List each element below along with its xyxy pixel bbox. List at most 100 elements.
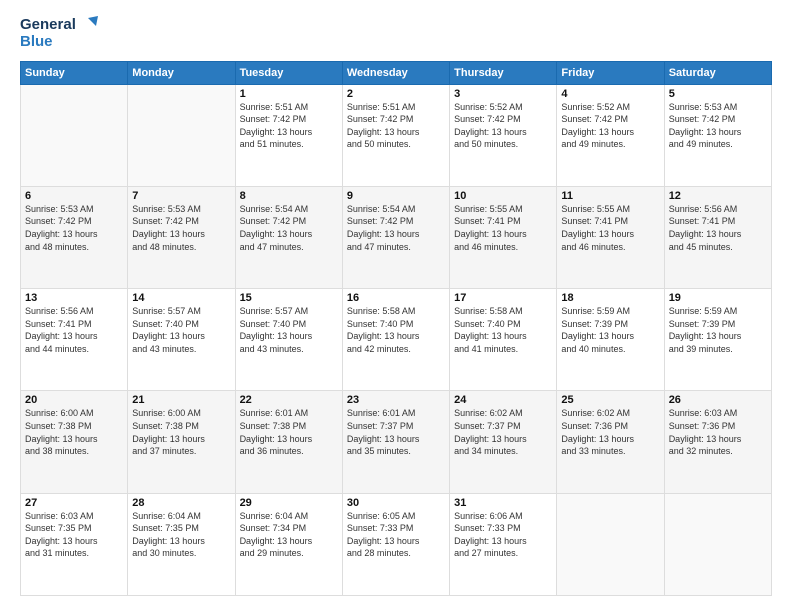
day-info: Sunrise: 5:57 AM Sunset: 7:40 PM Dayligh…: [132, 305, 230, 355]
day-number: 18: [561, 292, 659, 304]
weekday-header: Tuesday: [235, 61, 342, 84]
day-number: 25: [561, 394, 659, 406]
day-number: 26: [669, 394, 767, 406]
calendar-day-cell: 5Sunrise: 5:53 AM Sunset: 7:42 PM Daylig…: [664, 84, 771, 186]
day-info: Sunrise: 5:56 AM Sunset: 7:41 PM Dayligh…: [669, 203, 767, 253]
calendar-day-cell: 27Sunrise: 6:03 AM Sunset: 7:35 PM Dayli…: [21, 493, 128, 595]
calendar-day-cell: 20Sunrise: 6:00 AM Sunset: 7:38 PM Dayli…: [21, 391, 128, 493]
calendar-day-cell: 13Sunrise: 5:56 AM Sunset: 7:41 PM Dayli…: [21, 289, 128, 391]
day-info: Sunrise: 6:01 AM Sunset: 7:38 PM Dayligh…: [240, 407, 338, 457]
calendar-empty-cell: [557, 493, 664, 595]
day-info: Sunrise: 6:05 AM Sunset: 7:33 PM Dayligh…: [347, 510, 445, 560]
day-info: Sunrise: 6:00 AM Sunset: 7:38 PM Dayligh…: [132, 407, 230, 457]
calendar-day-cell: 2Sunrise: 5:51 AM Sunset: 7:42 PM Daylig…: [342, 84, 449, 186]
calendar-day-cell: 30Sunrise: 6:05 AM Sunset: 7:33 PM Dayli…: [342, 493, 449, 595]
day-info: Sunrise: 6:03 AM Sunset: 7:35 PM Dayligh…: [25, 510, 123, 560]
weekday-header: Saturday: [664, 61, 771, 84]
day-info: Sunrise: 5:51 AM Sunset: 7:42 PM Dayligh…: [240, 101, 338, 151]
day-number: 11: [561, 190, 659, 202]
calendar-day-cell: 12Sunrise: 5:56 AM Sunset: 7:41 PM Dayli…: [664, 186, 771, 288]
day-info: Sunrise: 5:55 AM Sunset: 7:41 PM Dayligh…: [454, 203, 552, 253]
calendar-day-cell: 26Sunrise: 6:03 AM Sunset: 7:36 PM Dayli…: [664, 391, 771, 493]
calendar-day-cell: 25Sunrise: 6:02 AM Sunset: 7:36 PM Dayli…: [557, 391, 664, 493]
calendar-day-cell: 8Sunrise: 5:54 AM Sunset: 7:42 PM Daylig…: [235, 186, 342, 288]
logo: General Blue: [20, 16, 98, 51]
calendar-week-row: 20Sunrise: 6:00 AM Sunset: 7:38 PM Dayli…: [21, 391, 772, 493]
day-number: 12: [669, 190, 767, 202]
day-number: 4: [561, 88, 659, 100]
day-number: 2: [347, 88, 445, 100]
calendar-day-cell: 28Sunrise: 6:04 AM Sunset: 7:35 PM Dayli…: [128, 493, 235, 595]
day-info: Sunrise: 5:53 AM Sunset: 7:42 PM Dayligh…: [25, 203, 123, 253]
calendar-day-cell: 6Sunrise: 5:53 AM Sunset: 7:42 PM Daylig…: [21, 186, 128, 288]
day-number: 9: [347, 190, 445, 202]
day-number: 13: [25, 292, 123, 304]
calendar-day-cell: 18Sunrise: 5:59 AM Sunset: 7:39 PM Dayli…: [557, 289, 664, 391]
day-number: 20: [25, 394, 123, 406]
day-number: 17: [454, 292, 552, 304]
weekday-header: Wednesday: [342, 61, 449, 84]
calendar-day-cell: 23Sunrise: 6:01 AM Sunset: 7:37 PM Dayli…: [342, 391, 449, 493]
day-number: 3: [454, 88, 552, 100]
calendar-week-row: 1Sunrise: 5:51 AM Sunset: 7:42 PM Daylig…: [21, 84, 772, 186]
logo-general: General: [20, 17, 76, 34]
day-info: Sunrise: 5:51 AM Sunset: 7:42 PM Dayligh…: [347, 101, 445, 151]
calendar-day-cell: 7Sunrise: 5:53 AM Sunset: 7:42 PM Daylig…: [128, 186, 235, 288]
day-info: Sunrise: 5:54 AM Sunset: 7:42 PM Dayligh…: [347, 203, 445, 253]
day-info: Sunrise: 5:55 AM Sunset: 7:41 PM Dayligh…: [561, 203, 659, 253]
day-info: Sunrise: 6:04 AM Sunset: 7:35 PM Dayligh…: [132, 510, 230, 560]
day-info: Sunrise: 6:02 AM Sunset: 7:36 PM Dayligh…: [561, 407, 659, 457]
header: General Blue: [20, 16, 772, 51]
calendar-empty-cell: [128, 84, 235, 186]
logo-container: General Blue: [20, 16, 98, 51]
day-number: 14: [132, 292, 230, 304]
day-number: 22: [240, 394, 338, 406]
day-info: Sunrise: 6:06 AM Sunset: 7:33 PM Dayligh…: [454, 510, 552, 560]
day-number: 31: [454, 497, 552, 509]
calendar-day-cell: 9Sunrise: 5:54 AM Sunset: 7:42 PM Daylig…: [342, 186, 449, 288]
day-number: 30: [347, 497, 445, 509]
day-number: 19: [669, 292, 767, 304]
calendar-table: SundayMondayTuesdayWednesdayThursdayFrid…: [20, 61, 772, 597]
calendar-day-cell: 3Sunrise: 5:52 AM Sunset: 7:42 PM Daylig…: [450, 84, 557, 186]
day-number: 28: [132, 497, 230, 509]
day-number: 1: [240, 88, 338, 100]
calendar-day-cell: 17Sunrise: 5:58 AM Sunset: 7:40 PM Dayli…: [450, 289, 557, 391]
calendar-header-row: SundayMondayTuesdayWednesdayThursdayFrid…: [21, 61, 772, 84]
day-number: 21: [132, 394, 230, 406]
day-info: Sunrise: 6:03 AM Sunset: 7:36 PM Dayligh…: [669, 407, 767, 457]
page: General Blue SundayMondayTuesdayWednesda…: [0, 0, 792, 612]
day-info: Sunrise: 5:58 AM Sunset: 7:40 PM Dayligh…: [347, 305, 445, 355]
calendar-day-cell: 31Sunrise: 6:06 AM Sunset: 7:33 PM Dayli…: [450, 493, 557, 595]
day-number: 7: [132, 190, 230, 202]
calendar-day-cell: 14Sunrise: 5:57 AM Sunset: 7:40 PM Dayli…: [128, 289, 235, 391]
calendar-day-cell: 16Sunrise: 5:58 AM Sunset: 7:40 PM Dayli…: [342, 289, 449, 391]
day-info: Sunrise: 6:04 AM Sunset: 7:34 PM Dayligh…: [240, 510, 338, 560]
calendar-day-cell: 21Sunrise: 6:00 AM Sunset: 7:38 PM Dayli…: [128, 391, 235, 493]
logo-bird-icon: [78, 16, 98, 34]
weekday-header: Thursday: [450, 61, 557, 84]
calendar-week-row: 13Sunrise: 5:56 AM Sunset: 7:41 PM Dayli…: [21, 289, 772, 391]
calendar-day-cell: 4Sunrise: 5:52 AM Sunset: 7:42 PM Daylig…: [557, 84, 664, 186]
calendar-week-row: 6Sunrise: 5:53 AM Sunset: 7:42 PM Daylig…: [21, 186, 772, 288]
calendar-day-cell: 19Sunrise: 5:59 AM Sunset: 7:39 PM Dayli…: [664, 289, 771, 391]
day-number: 24: [454, 394, 552, 406]
day-info: Sunrise: 5:56 AM Sunset: 7:41 PM Dayligh…: [25, 305, 123, 355]
calendar-day-cell: 24Sunrise: 6:02 AM Sunset: 7:37 PM Dayli…: [450, 391, 557, 493]
day-number: 6: [25, 190, 123, 202]
calendar-day-cell: 22Sunrise: 6:01 AM Sunset: 7:38 PM Dayli…: [235, 391, 342, 493]
calendar-week-row: 27Sunrise: 6:03 AM Sunset: 7:35 PM Dayli…: [21, 493, 772, 595]
day-number: 16: [347, 292, 445, 304]
day-number: 10: [454, 190, 552, 202]
day-info: Sunrise: 5:53 AM Sunset: 7:42 PM Dayligh…: [132, 203, 230, 253]
day-info: Sunrise: 5:57 AM Sunset: 7:40 PM Dayligh…: [240, 305, 338, 355]
day-info: Sunrise: 5:54 AM Sunset: 7:42 PM Dayligh…: [240, 203, 338, 253]
day-number: 15: [240, 292, 338, 304]
day-number: 5: [669, 88, 767, 100]
day-info: Sunrise: 6:02 AM Sunset: 7:37 PM Dayligh…: [454, 407, 552, 457]
day-info: Sunrise: 5:52 AM Sunset: 7:42 PM Dayligh…: [454, 101, 552, 151]
day-info: Sunrise: 5:52 AM Sunset: 7:42 PM Dayligh…: [561, 101, 659, 151]
day-info: Sunrise: 6:00 AM Sunset: 7:38 PM Dayligh…: [25, 407, 123, 457]
calendar-empty-cell: [21, 84, 128, 186]
weekday-header: Sunday: [21, 61, 128, 84]
